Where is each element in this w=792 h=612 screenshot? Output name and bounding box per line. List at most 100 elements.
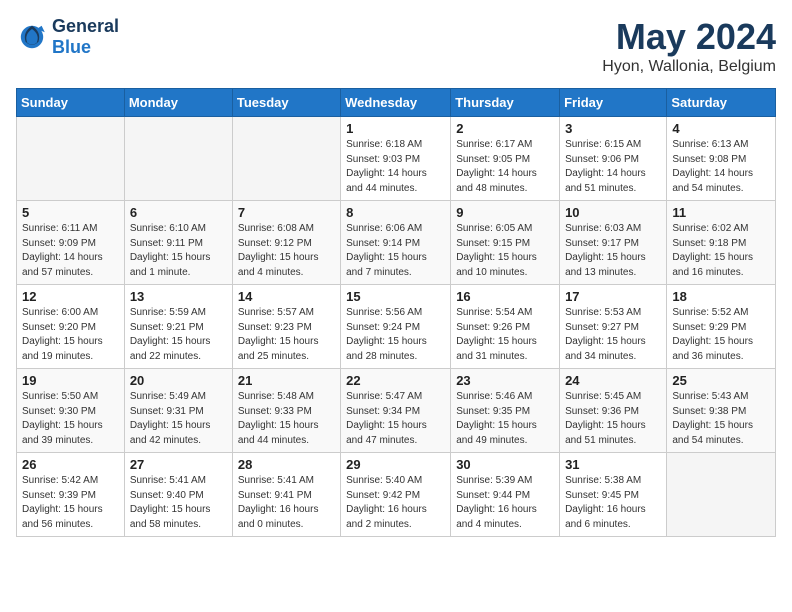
day-number: 16 — [456, 289, 554, 304]
calendar-cell: 5Sunrise: 6:11 AMSunset: 9:09 PMDaylight… — [17, 201, 125, 285]
calendar-cell — [17, 117, 125, 201]
day-info: Sunrise: 6:17 AMSunset: 9:05 PMDaylight:… — [456, 138, 554, 196]
day-info: Sunrise: 5:46 AMSunset: 9:35 PMDaylight:… — [456, 390, 554, 448]
calendar-cell: 22 Sunrise: 5:47 AMSunset: 9:34 PMDayligh… — [341, 369, 451, 453]
day-info: Sunrise: 5:56 AMSunset: 9:24 PMDaylight:… — [346, 306, 445, 364]
day-info: Sunrise: 5:43 AMSunset: 9:38 PMDaylight:… — [672, 390, 770, 448]
day-info: Sunrise: 5:57 AMSunset: 9:23 PMDaylight:… — [238, 306, 335, 364]
calendar-cell: 29 Sunrise: 5:40 AMSunset: 9:42 PMDayligh… — [341, 453, 451, 537]
calendar-header-row: SundayMondayTuesdayWednesdayThursdayFrid… — [17, 89, 776, 117]
day-info: Sunrise: 5:48 AMSunset: 9:33 PMDaylight:… — [238, 390, 335, 448]
day-info: Sunrise: 5:52 AMSunset: 9:29 PMDaylight:… — [672, 306, 770, 364]
day-info: Sunrise: 6:05 AMSunset: 9:15 PMDaylight:… — [456, 222, 554, 280]
day-number: 29 — [346, 457, 445, 472]
weekday-header: Saturday — [667, 89, 776, 117]
day-info: Sunrise: 5:54 AMSunset: 9:26 PMDaylight:… — [456, 306, 554, 364]
logo-general: General — [52, 16, 119, 36]
calendar-week-row: 26 Sunrise: 5:42 AMSunset: 9:39 PMDayligh… — [17, 453, 776, 537]
calendar-cell: 4Sunrise: 6:13 AMSunset: 9:08 PMDaylight… — [667, 117, 776, 201]
calendar-cell — [232, 117, 340, 201]
calendar-cell: 28 Sunrise: 5:41 AMSunset: 9:41 PMDayligh… — [232, 453, 340, 537]
calendar-cell: 1 Sunrise: 6:18 AMSunset: 9:03 PMDaylight… — [341, 117, 451, 201]
calendar-cell: 10Sunrise: 6:03 AMSunset: 9:17 PMDayligh… — [560, 201, 667, 285]
month-title: May 2024 — [602, 16, 776, 58]
day-number: 30 — [456, 457, 554, 472]
day-number: 22 — [346, 373, 445, 388]
day-number: 28 — [238, 457, 335, 472]
weekday-header: Monday — [124, 89, 232, 117]
day-info: Sunrise: 5:50 AMSunset: 9:30 PMDaylight:… — [22, 390, 119, 448]
day-info: Sunrise: 6:02 AMSunset: 9:18 PMDaylight:… — [672, 222, 770, 280]
location-title: Hyon, Wallonia, Belgium — [602, 58, 776, 76]
calendar-cell: 31 Sunrise: 5:38 AMSunset: 9:45 PMDayligh… — [560, 453, 667, 537]
calendar-cell: 24 Sunrise: 5:45 AMSunset: 9:36 PMDayligh… — [560, 369, 667, 453]
calendar-cell: 9 Sunrise: 6:05 AMSunset: 9:15 PMDaylight… — [451, 201, 560, 285]
calendar-cell: 30 Sunrise: 5:39 AMSunset: 9:44 PMDayligh… — [451, 453, 560, 537]
day-info: Sunrise: 6:06 AMSunset: 9:14 PMDaylight:… — [346, 222, 445, 280]
day-number: 18 — [672, 289, 770, 304]
day-number: 11 — [672, 205, 770, 220]
day-number: 27 — [130, 457, 227, 472]
day-number: 15 — [346, 289, 445, 304]
day-number: 8 — [346, 205, 445, 220]
day-info: Sunrise: 5:40 AMSunset: 9:42 PMDaylight:… — [346, 474, 445, 532]
calendar-table: SundayMondayTuesdayWednesdayThursdayFrid… — [16, 88, 776, 537]
calendar-cell: 6Sunrise: 6:10 AMSunset: 9:11 PMDaylight… — [124, 201, 232, 285]
day-info: Sunrise: 5:53 AMSunset: 9:27 PMDaylight:… — [565, 306, 661, 364]
day-number: 5 — [22, 205, 119, 220]
calendar-cell: 17 Sunrise: 5:53 AMSunset: 9:27 PMDayligh… — [560, 285, 667, 369]
calendar-cell: 23 Sunrise: 5:46 AMSunset: 9:35 PMDayligh… — [451, 369, 560, 453]
calendar-week-row: 12 Sunrise: 6:00 AMSunset: 9:20 PMDayligh… — [17, 285, 776, 369]
calendar-cell: 15 Sunrise: 5:56 AMSunset: 9:24 PMDayligh… — [341, 285, 451, 369]
day-info: Sunrise: 5:47 AMSunset: 9:34 PMDaylight:… — [346, 390, 445, 448]
day-number: 26 — [22, 457, 119, 472]
day-number: 24 — [565, 373, 661, 388]
day-info: Sunrise: 5:41 AMSunset: 9:40 PMDaylight:… — [130, 474, 227, 532]
calendar-cell: 20 Sunrise: 5:49 AMSunset: 9:31 PMDayligh… — [124, 369, 232, 453]
day-number: 7 — [238, 205, 335, 220]
day-info: Sunrise: 5:39 AMSunset: 9:44 PMDaylight:… — [456, 474, 554, 532]
weekday-header: Tuesday — [232, 89, 340, 117]
calendar-cell: 14 Sunrise: 5:57 AMSunset: 9:23 PMDayligh… — [232, 285, 340, 369]
day-info: Sunrise: 5:49 AMSunset: 9:31 PMDaylight:… — [130, 390, 227, 448]
day-number: 14 — [238, 289, 335, 304]
day-info: Sunrise: 6:10 AMSunset: 9:11 PMDaylight:… — [130, 222, 227, 280]
day-info: Sunrise: 6:15 AMSunset: 9:06 PMDaylight:… — [565, 138, 661, 196]
day-info: Sunrise: 5:42 AMSunset: 9:39 PMDaylight:… — [22, 474, 119, 532]
day-info: Sunrise: 6:13 AMSunset: 9:08 PMDaylight:… — [672, 138, 770, 196]
day-number: 25 — [672, 373, 770, 388]
weekday-header: Sunday — [17, 89, 125, 117]
calendar-cell: 16 Sunrise: 5:54 AMSunset: 9:26 PMDayligh… — [451, 285, 560, 369]
calendar-cell: 12 Sunrise: 6:00 AMSunset: 9:20 PMDayligh… — [17, 285, 125, 369]
day-number: 12 — [22, 289, 119, 304]
day-number: 10 — [565, 205, 661, 220]
day-number: 2 — [456, 121, 554, 136]
day-info: Sunrise: 5:41 AMSunset: 9:41 PMDaylight:… — [238, 474, 335, 532]
calendar-cell — [667, 453, 776, 537]
day-info: Sunrise: 6:08 AMSunset: 9:12 PMDaylight:… — [238, 222, 335, 280]
logo-blue: Blue — [52, 37, 91, 57]
day-number: 31 — [565, 457, 661, 472]
day-number: 1 — [346, 121, 445, 136]
logo-text: General Blue — [52, 16, 119, 58]
calendar-cell: 3Sunrise: 6:15 AMSunset: 9:06 PMDaylight… — [560, 117, 667, 201]
day-info: Sunrise: 5:38 AMSunset: 9:45 PMDaylight:… — [565, 474, 661, 532]
day-number: 17 — [565, 289, 661, 304]
day-info: Sunrise: 6:18 AMSunset: 9:03 PMDaylight:… — [346, 138, 445, 196]
day-number: 13 — [130, 289, 227, 304]
day-number: 20 — [130, 373, 227, 388]
calendar-cell: 19Sunrise: 5:50 AMSunset: 9:30 PMDayligh… — [17, 369, 125, 453]
calendar-week-row: 1 Sunrise: 6:18 AMSunset: 9:03 PMDaylight… — [17, 117, 776, 201]
day-info: Sunrise: 5:45 AMSunset: 9:36 PMDaylight:… — [565, 390, 661, 448]
page-header: General Blue May 2024 Hyon, Wallonia, Be… — [16, 16, 776, 76]
calendar-cell: 21Sunrise: 5:48 AMSunset: 9:33 PMDayligh… — [232, 369, 340, 453]
calendar-cell: 8 Sunrise: 6:06 AMSunset: 9:14 PMDaylight… — [341, 201, 451, 285]
calendar-cell: 13Sunrise: 5:59 AMSunset: 9:21 PMDayligh… — [124, 285, 232, 369]
day-info: Sunrise: 6:00 AMSunset: 9:20 PMDaylight:… — [22, 306, 119, 364]
calendar-cell: 11 Sunrise: 6:02 AMSunset: 9:18 PMDayligh… — [667, 201, 776, 285]
day-number: 9 — [456, 205, 554, 220]
title-block: May 2024 Hyon, Wallonia, Belgium — [602, 16, 776, 76]
calendar-week-row: 19Sunrise: 5:50 AMSunset: 9:30 PMDayligh… — [17, 369, 776, 453]
calendar-cell: 25 Sunrise: 5:43 AMSunset: 9:38 PMDayligh… — [667, 369, 776, 453]
day-number: 23 — [456, 373, 554, 388]
